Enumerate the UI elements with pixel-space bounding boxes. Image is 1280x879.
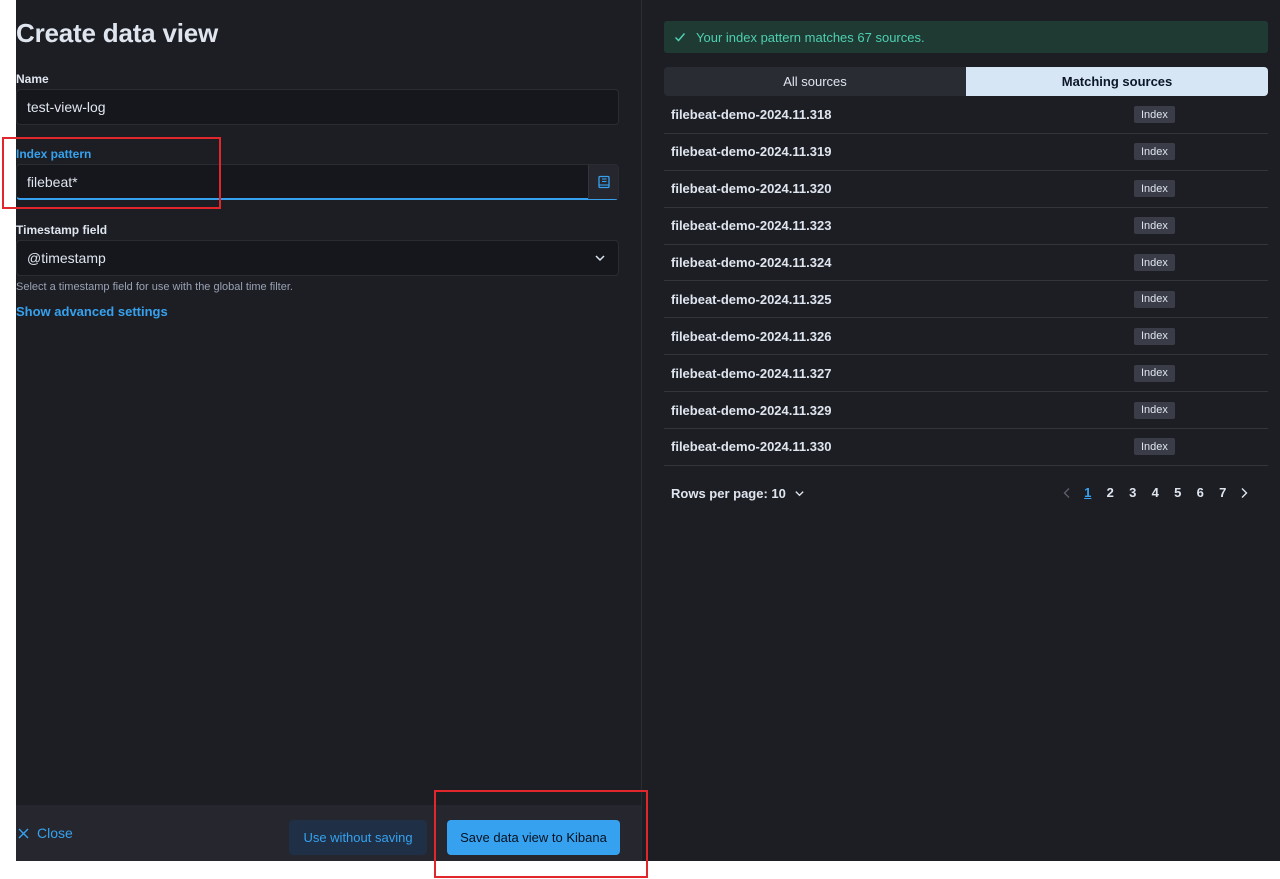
pagination: 1 2 3 4 5 6 7 [1057, 485, 1255, 500]
page-title: Create data view [16, 18, 219, 48]
table-row: filebeat-demo-2024.11.325 Index [664, 281, 1268, 319]
table-row: filebeat-demo-2024.11.323 Index [664, 208, 1268, 245]
timestamp-select-value: @timestamp [27, 250, 106, 266]
rows-per-page-label: Rows per page: 10 [671, 486, 786, 501]
table-row: filebeat-demo-2024.11.330 Index [664, 429, 1268, 466]
prev-page-button[interactable] [1057, 487, 1077, 499]
source-name: filebeat-demo-2024.11.324 [671, 255, 832, 270]
source-type-badge: Index [1134, 217, 1175, 235]
sources-table: filebeat-demo-2024.11.318 Index filebeat… [664, 97, 1268, 466]
tab-all-sources[interactable]: All sources [664, 67, 966, 96]
chevron-down-icon [795, 491, 804, 497]
source-name: filebeat-demo-2024.11.330 [671, 439, 832, 455]
use-without-saving-button[interactable]: Use without saving [289, 820, 427, 855]
next-page-button[interactable] [1234, 487, 1254, 499]
source-name: filebeat-demo-2024.11.329 [671, 402, 832, 418]
page-button[interactable]: 3 [1122, 485, 1145, 500]
page-button[interactable]: 5 [1167, 485, 1190, 500]
page-button[interactable]: 2 [1099, 485, 1122, 500]
table-row: filebeat-demo-2024.11.326 Index [664, 318, 1268, 356]
name-label: Name [16, 72, 49, 86]
index-pattern-append-button[interactable] [588, 165, 618, 199]
source-name: filebeat-demo-2024.11.325 [671, 291, 832, 307]
close-button[interactable]: Close [16, 805, 73, 861]
index-pattern-input[interactable]: filebeat* [16, 164, 619, 200]
timestamp-label: Timestamp field [16, 223, 108, 237]
show-advanced-settings-link[interactable]: Show advanced settings [16, 304, 168, 319]
source-name: filebeat-demo-2024.11.326 [671, 328, 832, 344]
source-name: filebeat-demo-2024.11.320 [671, 181, 832, 197]
table-row: filebeat-demo-2024.11.320 Index [664, 171, 1268, 208]
chevron-down-icon [595, 255, 605, 262]
name-input[interactable]: test-view-log [16, 89, 619, 125]
data-view-form: Create data view Name test-view-log Inde… [16, 0, 641, 861]
check-icon [674, 33, 686, 42]
source-name: filebeat-demo-2024.11.318 [671, 107, 832, 123]
match-callout: Your index pattern matches 67 sources. [664, 21, 1268, 53]
page-button[interactable]: 1 [1077, 485, 1100, 500]
table-row: filebeat-demo-2024.11.324 Index [664, 245, 1268, 282]
chevron-right-icon [1241, 487, 1248, 498]
tab-matching-sources[interactable]: Matching sources [966, 67, 1268, 96]
table-row: filebeat-demo-2024.11.327 Index [664, 355, 1268, 393]
index-pattern-value: filebeat* [27, 173, 78, 190]
page-button[interactable]: 7 [1212, 485, 1235, 500]
table-row: filebeat-demo-2024.11.318 Index [664, 97, 1268, 134]
index-pattern-label: Index pattern [16, 147, 92, 161]
table-row: filebeat-demo-2024.11.319 Index [664, 134, 1268, 171]
source-tabs: All sources Matching sources [664, 67, 1268, 96]
source-name: filebeat-demo-2024.11.319 [671, 144, 832, 160]
flyout-footer: Close Use without saving Save data view … [16, 805, 641, 861]
book-icon [597, 175, 610, 189]
source-name: filebeat-demo-2024.11.323 [671, 218, 832, 234]
source-preview: Your index pattern matches 67 sources. A… [664, 0, 1268, 861]
source-type-badge: Index [1134, 180, 1175, 198]
timestamp-select[interactable]: @timestamp [16, 240, 619, 276]
page-button[interactable]: 6 [1189, 485, 1212, 500]
source-type-badge: Index [1134, 438, 1175, 456]
source-type-badge: Index [1134, 364, 1175, 382]
chevron-left-icon [1063, 487, 1069, 498]
rows-per-page-button[interactable]: Rows per page: 10 [671, 486, 805, 501]
timestamp-help-text: Select a timestamp field for use with th… [16, 281, 293, 293]
source-type-badge: Index [1134, 106, 1175, 124]
save-data-view-button[interactable]: Save data view to Kibana [447, 820, 620, 855]
close-button-label: Close [37, 825, 73, 841]
source-type-badge: Index [1134, 143, 1175, 161]
source-type-badge: Index [1134, 254, 1175, 271]
column-divider [641, 0, 642, 861]
source-name: filebeat-demo-2024.11.327 [671, 365, 832, 381]
source-type-badge: Index [1134, 401, 1175, 419]
table-row: filebeat-demo-2024.11.329 Index [664, 392, 1268, 430]
match-callout-text: Your index pattern matches 67 sources. [696, 29, 925, 45]
bottom-margin [0, 861, 1280, 879]
source-type-badge: Index [1134, 327, 1175, 345]
cross-icon [18, 828, 29, 838]
name-input-value: test-view-log [27, 99, 106, 115]
source-type-badge: Index [1134, 290, 1175, 308]
left-margin [0, 0, 16, 879]
page-button[interactable]: 4 [1144, 485, 1167, 500]
